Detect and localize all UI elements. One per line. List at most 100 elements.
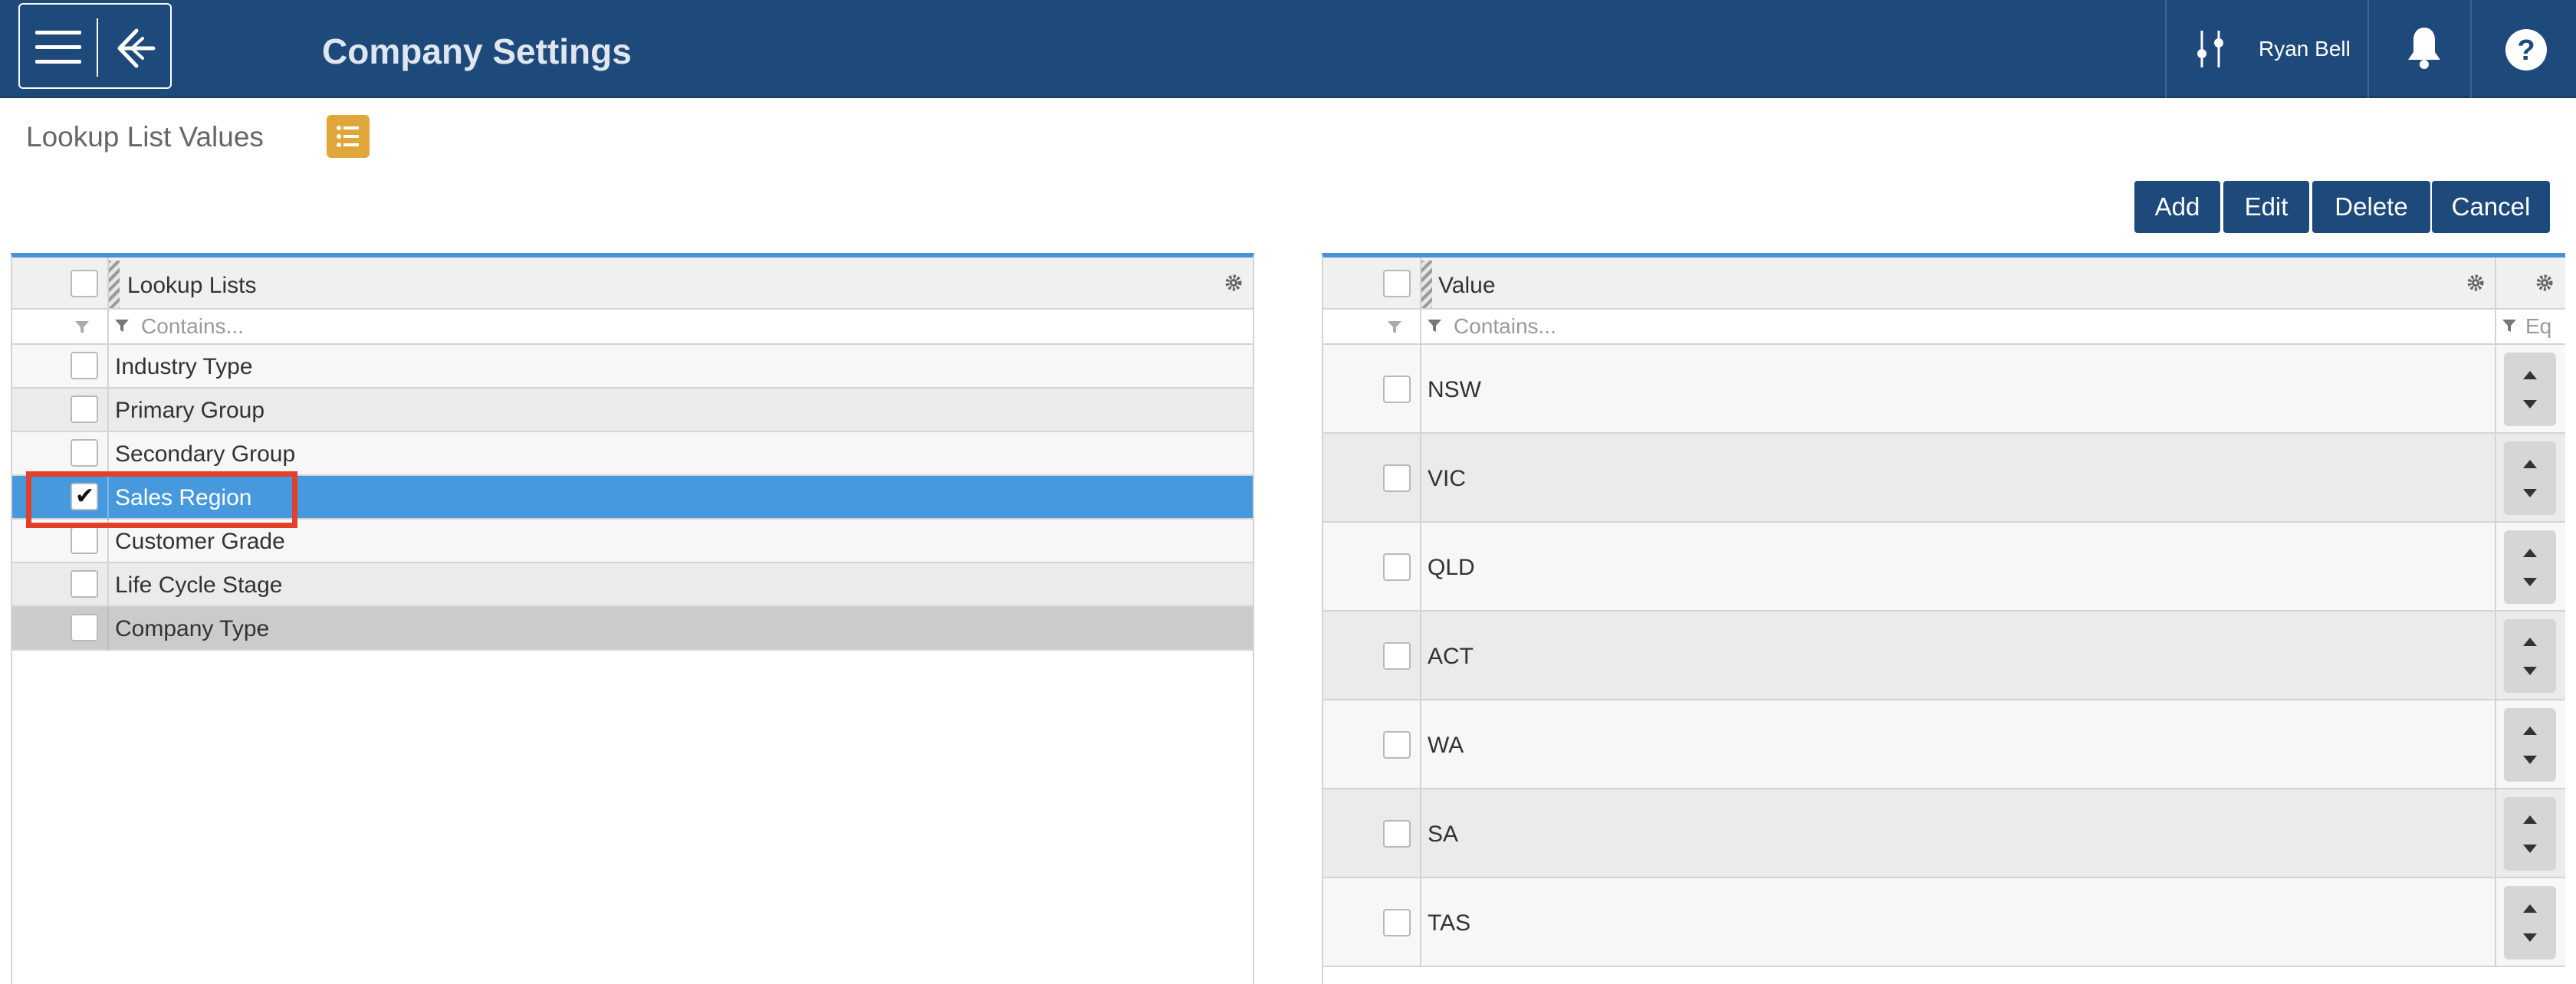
page-title: Company Settings [322,31,632,71]
column-divider [1420,523,1421,612]
value-filter-input[interactable] [1454,313,2481,340]
gear-icon[interactable] [2466,273,2486,293]
row-checkbox[interactable] [71,614,98,641]
column-divider [107,389,109,432]
column-divider [2495,523,2496,612]
row-label: Life Cycle Stage [115,572,283,598]
row-label: SA [1428,822,1459,847]
row-checkbox[interactable] [71,526,98,554]
nav-divider [97,18,98,77]
column-header-value[interactable]: Value [1438,273,1496,299]
row-checkbox[interactable] [1383,642,1411,670]
funnel-icon[interactable] [2501,317,2518,334]
column-divider [1420,612,1421,700]
logo-icon[interactable] [109,21,163,75]
row-label: Secondary Group [115,441,296,467]
row-label: TAS [1428,910,1471,936]
highlight-annotation [26,471,297,528]
row-checkbox[interactable] [71,570,98,598]
row-label: WA [1428,733,1464,758]
row-checkbox[interactable] [71,395,98,423]
column-divider [1420,789,1421,878]
column-divider [2495,434,2496,523]
select-all-checkbox[interactable] [1383,270,1411,297]
table-row-hover[interactable]: Company Type [12,607,1253,651]
row-checkbox[interactable] [1383,376,1411,403]
sort-arrows-icon[interactable] [2504,797,2556,871]
column-divider [107,345,109,389]
grid-header: Value [1323,257,2565,310]
hamburger-icon[interactable] [35,31,81,64]
select-all-checkbox[interactable] [71,270,98,297]
nav-box [18,3,172,89]
row-checkbox[interactable] [71,439,98,467]
lookup-filter-input[interactable] [141,313,1214,340]
sort-arrows-icon[interactable] [2504,708,2556,782]
row-checkbox[interactable] [1383,731,1411,759]
row-label: QLD [1428,555,1475,580]
cancel-button[interactable]: Cancel [2432,181,2550,233]
add-button[interactable]: Add [2134,181,2220,233]
column-divider [1420,700,1421,789]
edit-button[interactable]: Edit [2223,181,2309,233]
top-bar: Company Settings Ryan Bell ? [0,0,2576,98]
row-label: VIC [1428,466,1467,491]
sort-arrows-icon[interactable] [2504,886,2556,959]
column-divider [1420,257,1421,310]
help-icon[interactable]: ? [2504,28,2548,72]
row-checkbox[interactable] [1383,553,1411,581]
row-label: ACT [1428,644,1474,669]
column-header-lookup-lists[interactable]: Lookup Lists [127,273,256,299]
row-label: Customer Grade [115,529,285,554]
table-row[interactable]: Secondary Group [12,432,1253,476]
table-row[interactable]: Industry Type [12,345,1253,389]
row-checkbox[interactable] [1383,464,1411,492]
sort-arrows-icon[interactable] [2504,441,2556,515]
column-divider [107,432,109,476]
row-label: Company Type [115,616,270,641]
table-row[interactable]: QLD [1323,523,2565,612]
column-divider [2495,700,2496,789]
svg-text:?: ? [2517,34,2535,67]
sort-arrows-icon[interactable] [2504,619,2556,693]
row-checkbox[interactable] [71,352,98,379]
table-row[interactable]: TAS [1323,878,2565,967]
column-resize-handle[interactable] [107,261,120,308]
delete-button[interactable]: Delete [2312,181,2430,233]
funnel-icon[interactable] [1386,319,1403,336]
row-label: Primary Group [115,398,265,423]
column-divider [2495,612,2496,700]
table-row[interactable]: SA [1323,789,2565,878]
user-name[interactable]: Ryan Bell [2259,37,2351,61]
column-resize-handle[interactable] [1420,261,1432,308]
row-checkbox[interactable] [1383,820,1411,848]
row-checkbox[interactable] [1383,909,1411,936]
column-divider [107,310,109,345]
column-divider [1420,878,1421,967]
table-row[interactable]: WA [1323,700,2565,789]
table-row[interactable]: Life Cycle Stage [12,563,1253,607]
topbar-separator [2367,0,2369,98]
row-label: Industry Type [115,354,253,379]
sort-arrows-icon[interactable] [2504,530,2556,604]
list-icon[interactable] [327,115,370,158]
column-divider [2495,789,2496,878]
sort-arrows-icon[interactable] [2504,353,2556,426]
filter-row [1323,310,2565,345]
funnel-icon[interactable] [74,319,90,336]
table-row[interactable]: ACT [1323,612,2565,700]
column-divider [1420,310,1421,345]
table-row[interactable]: VIC [1323,434,2565,523]
column-divider [2495,345,2496,434]
table-row[interactable]: NSW [1323,345,2565,434]
sort-filter-input[interactable] [2525,313,2565,340]
table-row[interactable]: Primary Group [12,389,1253,432]
funnel-icon[interactable] [1426,317,1443,334]
sliders-icon[interactable] [2193,28,2229,71]
column-divider [2495,310,2496,345]
gear-icon[interactable] [2535,273,2555,293]
funnel-icon[interactable] [113,317,130,334]
gear-icon[interactable] [1224,273,1244,293]
row-label: NSW [1428,377,1481,402]
bell-icon[interactable] [2404,25,2444,71]
